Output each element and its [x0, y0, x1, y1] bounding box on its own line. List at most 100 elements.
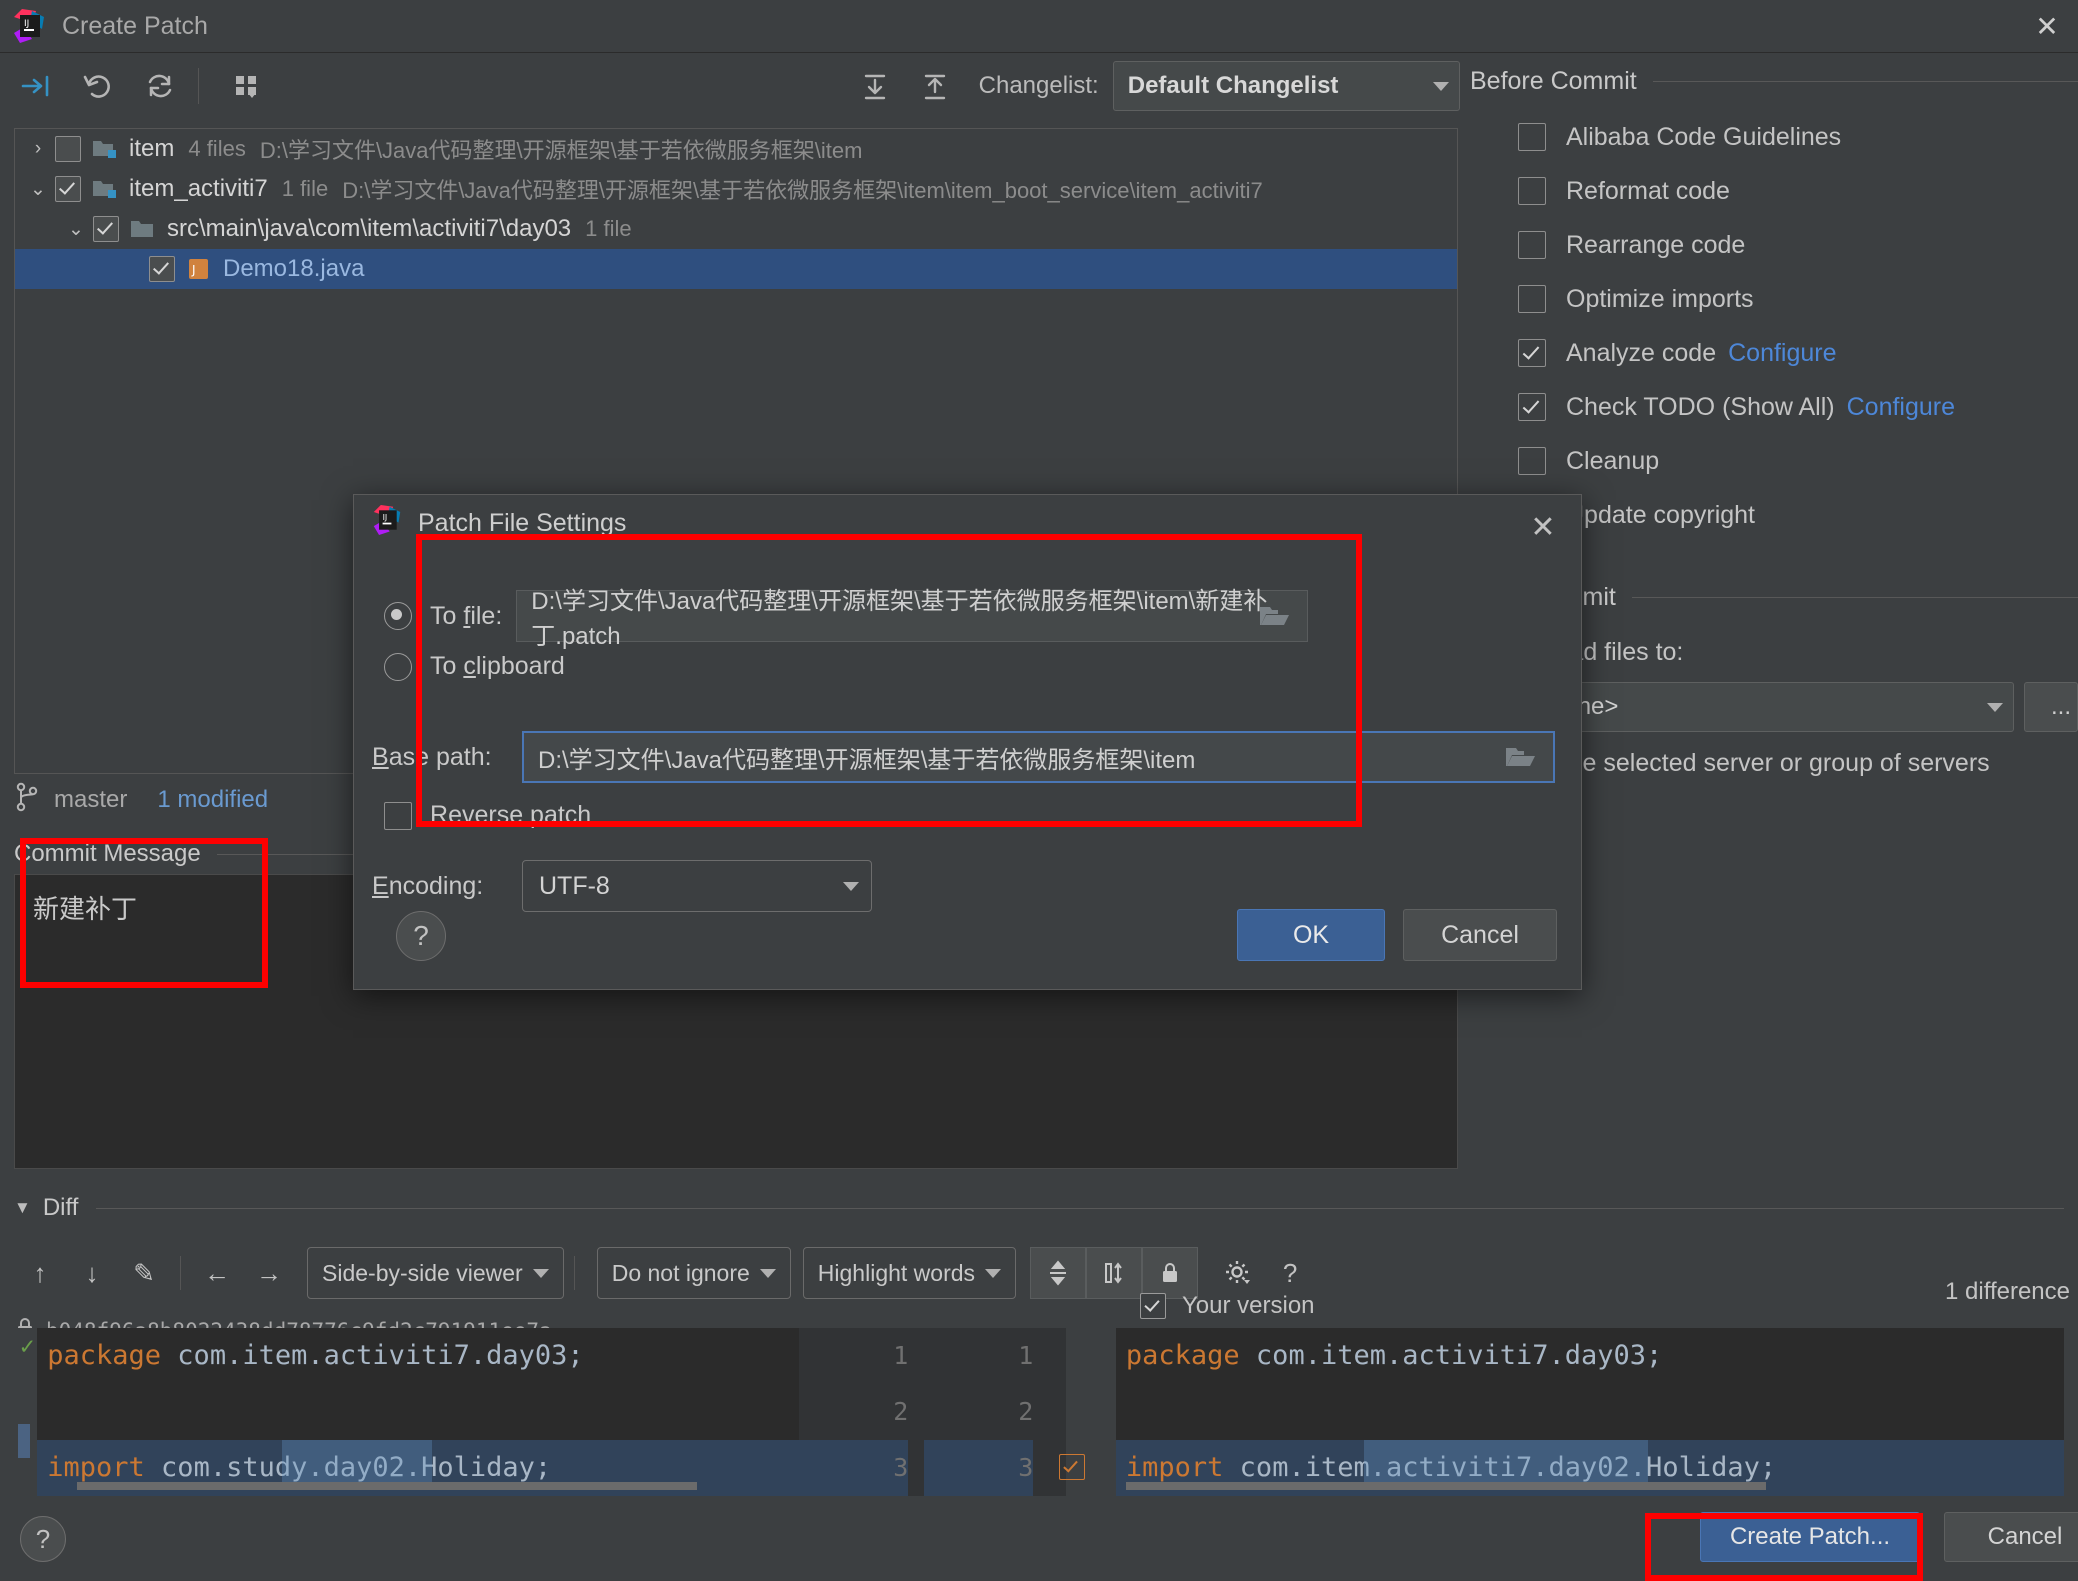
line-number: 1	[893, 1341, 909, 1370]
folder-open-icon[interactable]	[1487, 733, 1553, 781]
diff-right-pane[interactable]: package com.item.activiti7.day03; import…	[1115, 1328, 2064, 1496]
line-number: 1	[1018, 1341, 1034, 1370]
dialog-ok-button[interactable]: OK	[1237, 909, 1385, 961]
reverse-patch-row[interactable]: Reverse patch	[384, 801, 591, 830]
collapse-all-icon[interactable]	[910, 60, 960, 112]
intellij-idea-logo-icon: IJ	[372, 504, 402, 542]
option-reformat-code[interactable]: Reformat code	[1470, 164, 2078, 218]
option-check-todo[interactable]: Check TODO (Show All) Configure	[1470, 380, 2078, 434]
option-alibaba-code-guidelines[interactable]: Alibaba Code Guidelines	[1470, 110, 2078, 164]
diff-viewer[interactable]: ✓ package com.item.activiti7.day03; impo…	[14, 1328, 2064, 1496]
chevron-down-icon	[985, 1268, 1002, 1278]
option-checkbox[interactable]	[1518, 123, 1546, 151]
inline-change-underline	[1125, 1482, 1766, 1490]
next-difference-icon[interactable]: ↓	[66, 1248, 118, 1298]
settings-gear-icon[interactable]	[1212, 1248, 1264, 1298]
highlight-mode-select[interactable]: Highlight words	[802, 1247, 1017, 1299]
line-number: 2	[1018, 1397, 1034, 1426]
rollback-icon[interactable]	[72, 60, 124, 112]
check-todo-configure-link[interactable]: Configure	[1847, 393, 1955, 422]
line-number: 3	[799, 1440, 909, 1496]
dialog-help-icon[interactable]: ?	[396, 911, 446, 961]
option-checkbox[interactable]	[1518, 447, 1546, 475]
option-rearrange-code[interactable]: Rearrange code	[1470, 218, 2078, 272]
encoding-label: Encoding:	[372, 871, 484, 900]
option-checkbox[interactable]	[1518, 231, 1546, 259]
option-checkbox[interactable]	[1518, 285, 1546, 313]
encoding-select[interactable]: UTF-8	[522, 860, 872, 912]
section-divider	[1652, 80, 2078, 82]
option-cleanup[interactable]: Cleanup	[1470, 434, 2078, 488]
group-by-icon[interactable]	[221, 60, 273, 112]
option-analyze-code[interactable]: Analyze code Configure	[1470, 326, 2078, 380]
accept-right-icon[interactable]: →	[243, 1248, 295, 1298]
cancel-button[interactable]: Cancel	[1944, 1512, 2078, 1562]
inline-word-highlight	[282, 1440, 433, 1482]
align-changes-icon[interactable]	[1086, 1247, 1143, 1299]
your-version-checkbox[interactable]	[1140, 1293, 1166, 1319]
chevron-right-icon[interactable]: ›	[21, 138, 55, 160]
git-branch-icon	[14, 782, 40, 819]
tree-row-demo18-java[interactable]: J Demo18.java	[15, 249, 1457, 289]
base-path-value: D:\学习文件\Java代码整理\开源框架\基于若依微服务框架\item	[538, 746, 1196, 774]
previous-difference-icon[interactable]: ↑	[14, 1248, 66, 1298]
diff-left-pane[interactable]: package com.item.activiti7.day03; import…	[37, 1328, 800, 1496]
tree-row-checkbox[interactable]	[93, 216, 119, 242]
annotate-icon[interactable]: ✎	[118, 1248, 170, 1298]
changelist-value: Default Changelist	[1127, 72, 1339, 99]
upload-server-browse-button[interactable]: ...	[2024, 682, 2078, 732]
option-checkbox[interactable]	[1518, 339, 1546, 367]
diff-help-icon[interactable]: ?	[1264, 1248, 1316, 1298]
create-patch-button[interactable]: Create Patch...	[1700, 1512, 1920, 1562]
viewer-mode-value: Side-by-side viewer	[322, 1259, 523, 1286]
upload-server-select[interactable]: <None>	[1518, 682, 2014, 732]
changelist-select[interactable]: Default Changelist	[1112, 61, 1461, 111]
base-path-label: Base path:	[372, 742, 492, 771]
apply-change-checkbox[interactable]	[1059, 1454, 1086, 1480]
option-label: Update copyright	[1566, 500, 1756, 529]
to-file-input[interactable]: D:\学习文件\Java代码整理\开源框架\基于若依微服务框架\item\新建补…	[516, 588, 1309, 650]
viewer-mode-select[interactable]: Side-by-side viewer	[307, 1247, 564, 1299]
collapse-to-changelist-icon[interactable]	[10, 60, 62, 112]
analyze-code-configure-link[interactable]: Configure	[1728, 339, 1836, 368]
tree-row-item[interactable]: › item 4 files D:\学习文件\Java代码整理\开源框架\基于若…	[15, 129, 1457, 169]
expand-all-icon[interactable]	[850, 60, 900, 112]
modified-count[interactable]: 1 modified	[157, 786, 268, 814]
module-folder-icon	[91, 177, 119, 201]
ignore-mode-value: Do not ignore	[611, 1259, 750, 1286]
close-icon[interactable]: ✕	[2016, 0, 2078, 52]
diff-toolbar: ↑ ↓ ✎ ← → Side-by-side viewer Do not ign…	[14, 1242, 2064, 1304]
dialog-cancel-button[interactable]: Cancel	[1403, 909, 1557, 961]
toolbar-separator	[198, 68, 199, 104]
diff-left-gutter: ✓	[14, 1328, 38, 1496]
tree-row-source-folder[interactable]: ⌄ src\main\java\com\item\activiti7\day03…	[15, 209, 1457, 249]
ignore-mode-select[interactable]: Do not ignore	[596, 1247, 791, 1299]
tree-row-checkbox[interactable]	[55, 136, 81, 162]
help-icon[interactable]: ?	[20, 1516, 66, 1562]
tree-row-checkbox[interactable]	[149, 256, 175, 282]
chevron-down-icon[interactable]: ⌄	[59, 218, 93, 241]
option-checkbox[interactable]	[1518, 393, 1546, 421]
folder-open-icon[interactable]	[1241, 591, 1307, 641]
close-icon[interactable]: ✕	[1523, 507, 1563, 547]
accept-left-icon[interactable]: ←	[191, 1248, 243, 1298]
base-path-input[interactable]: D:\学习文件\Java代码整理\开源框架\基于若依微服务框架\item	[522, 731, 1555, 783]
dialog-title-bar: IJ Patch File Settings ✕	[354, 495, 1581, 551]
diff-line-numbers-left: 1 2 3	[799, 1328, 924, 1496]
chevron-down-icon[interactable]: ⌄	[21, 178, 55, 201]
chevron-down-icon[interactable]: ▼	[14, 1198, 31, 1218]
option-checkbox[interactable]	[1518, 177, 1546, 205]
reverse-patch-checkbox[interactable]	[384, 801, 412, 830]
collapse-unchanged-icon[interactable]	[1030, 1247, 1087, 1299]
tree-row-checkbox[interactable]	[55, 176, 81, 202]
patch-file-settings-dialog[interactable]: IJ Patch File Settings ✕ To file: D:\学习文…	[353, 494, 1582, 990]
refresh-icon[interactable]	[134, 60, 186, 112]
option-optimize-imports[interactable]: Optimize imports	[1470, 272, 2078, 326]
your-version-toggle[interactable]: Your version	[1140, 1292, 1315, 1320]
diff-section-header[interactable]: ▼ Diff	[14, 1182, 2064, 1234]
to-clipboard-radio[interactable]	[384, 652, 412, 681]
diff-title: Diff	[42, 1194, 79, 1221]
tree-row-item-activiti7[interactable]: ⌄ item_activiti7 1 file D:\学习文件\Java代码整理…	[15, 169, 1457, 209]
to-file-radio[interactable]	[384, 602, 412, 630]
encoding-value: UTF-8	[539, 871, 610, 900]
